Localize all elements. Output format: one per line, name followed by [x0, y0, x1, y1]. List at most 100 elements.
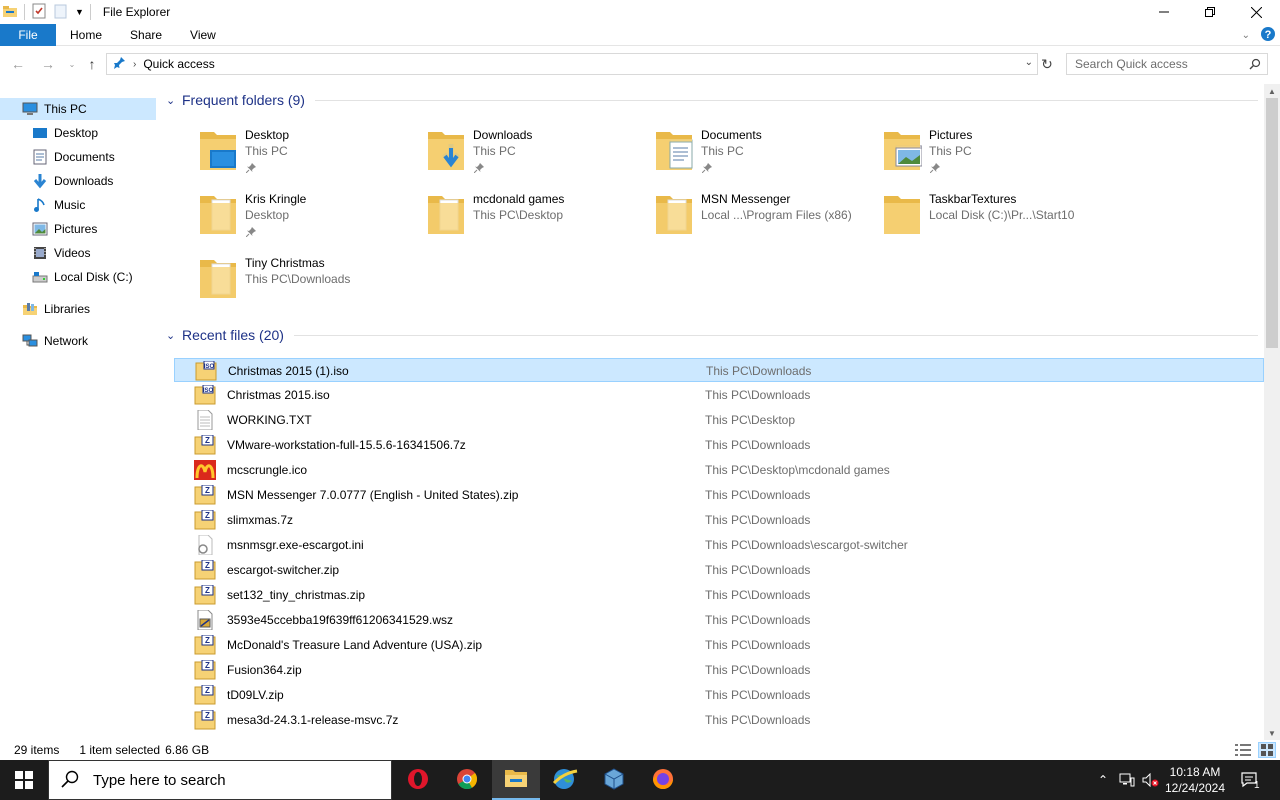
file-location: This PC\Downloads [705, 563, 811, 577]
nav-item-documents[interactable]: Documents [0, 146, 156, 168]
restore-button[interactable] [1187, 0, 1233, 24]
nav-item-label: This PC [44, 102, 87, 116]
taskbar-app-file-explorer[interactable] [492, 760, 540, 800]
recent-file-row[interactable]: Z McDonald's Treasure Land Adventure (USA… [174, 633, 1264, 657]
recent-file-row[interactable]: Z VMware-workstation-full-15.5.6-16341506… [174, 433, 1264, 457]
refresh-button[interactable]: ↻ [1037, 54, 1057, 74]
breadcrumb-quick-access[interactable]: Quick access [143, 57, 214, 71]
search-input[interactable]: Search Quick access [1066, 53, 1268, 75]
nav-item-desktop[interactable]: Desktop [0, 122, 156, 144]
minimize-button[interactable] [1141, 0, 1187, 24]
nav-item-libraries[interactable]: Libraries [0, 298, 156, 320]
scroll-down-arrow-icon[interactable]: ▼ [1264, 726, 1280, 740]
frequent-folder-tile[interactable]: Kris Kringle Desktop [198, 188, 418, 246]
file-name: MSN Messenger 7.0.0777 (English - United… [227, 488, 519, 502]
breadcrumb-separator-icon[interactable]: › [133, 59, 136, 70]
clock[interactable]: 10:18 AM 12/24/2024 [1164, 760, 1226, 800]
scroll-up-arrow-icon[interactable]: ▲ [1264, 84, 1280, 98]
downloads-icon [32, 173, 48, 189]
recent-file-row[interactable]: Z Fusion364.zip This PC\Downloads [174, 658, 1264, 682]
nav-item-music[interactable]: Music [0, 194, 156, 216]
frequent-folder-tile[interactable]: Tiny Christmas This PC\Downloads [198, 252, 418, 310]
collapse-chevron-icon[interactable]: ⌄ [166, 94, 180, 107]
frequent-folder-tile[interactable]: MSN Messenger Local ...\Program Files (x8… [654, 188, 874, 246]
vertical-scrollbar[interactable]: ▲ ▼ [1264, 84, 1280, 740]
computer-icon [22, 101, 38, 117]
tab-home[interactable]: Home [56, 24, 116, 46]
recent-file-row[interactable]: ISO Christmas 2015 (1).iso This PC\Downloa… [174, 358, 1264, 382]
frequent-folder-tile[interactable]: TaskbarTextures Local Disk (C:)\Pr...\Sta… [882, 188, 1102, 246]
volume-muted-icon[interactable] [1140, 760, 1162, 800]
recent-file-row[interactable]: Zslimxmas.7z This PC\Downloads [174, 508, 1264, 532]
taskbar-app-virtualbox[interactable] [590, 760, 638, 800]
collapse-chevron-icon[interactable]: ⌄ [166, 329, 180, 342]
recent-file-row[interactable]: msnmsgr.exe-escargot.ini This PC\Download… [174, 533, 1264, 557]
folder-location: This PC [473, 144, 516, 158]
scrollbar-thumb[interactable] [1266, 98, 1278, 348]
recent-file-row[interactable]: WORKING.TXT This PC\Desktop [174, 408, 1264, 432]
ini-file-icon [194, 534, 216, 556]
help-icon[interactable]: ? [1260, 26, 1276, 45]
properties-icon[interactable] [31, 3, 47, 22]
network-tray-icon[interactable] [1116, 760, 1138, 800]
tab-file[interactable]: File [0, 23, 56, 46]
taskbar-search-box[interactable]: Type here to search [48, 760, 392, 800]
file-name: mesa3d-24.3.1-release-msvc.7z [227, 713, 399, 727]
file-location: This PC\Downloads [705, 713, 811, 727]
nav-item-this-pc[interactable]: This PC [0, 98, 156, 120]
recent-file-row[interactable]: Zset132_tiny_christmas.zip This PC\Downlo… [174, 583, 1264, 607]
pin-icon [245, 226, 256, 238]
tab-share[interactable]: Share [116, 24, 176, 46]
folder-icon [426, 190, 466, 234]
folder-icon [654, 190, 694, 234]
nav-item-videos[interactable]: Videos [0, 242, 156, 264]
recent-file-row[interactable]: Z MSN Messenger 7.0.0777 (English - Unite… [174, 483, 1264, 507]
taskbar-app-opera[interactable] [394, 760, 442, 800]
nav-item-downloads[interactable]: Downloads [0, 170, 156, 192]
start-button[interactable] [0, 760, 48, 800]
svg-text:ISO: ISO [203, 388, 214, 394]
frequent-folder-tile[interactable]: Downloads This PC [426, 124, 646, 182]
back-button[interactable]: ← [8, 54, 28, 74]
details-view-icon[interactable] [1235, 743, 1251, 760]
svg-text:Z: Z [205, 436, 210, 445]
taskbar-app-globe-app[interactable] [541, 760, 589, 800]
frequent-folder-tile[interactable]: Desktop This PC [198, 124, 418, 182]
nav-item-pictures[interactable]: Pictures [0, 218, 156, 240]
recent-file-row[interactable]: mcscrungle.ico This PC\Desktop\mcdonald g… [174, 458, 1264, 482]
recent-file-row[interactable]: ISO Christmas 2015.iso This PC\Downloads [174, 383, 1264, 407]
recent-files-header[interactable]: ⌄ Recent files (20) [166, 327, 1258, 343]
nav-item-network[interactable]: Network [0, 330, 156, 352]
show-hidden-icons-chevron-icon[interactable]: ⌃ [1094, 760, 1112, 800]
frequent-folder-tile[interactable]: Documents This PC [654, 124, 874, 182]
taskbar-app-firefox[interactable] [639, 760, 687, 800]
nav-item-label: Libraries [44, 302, 91, 316]
address-dropdown-icon[interactable]: ⌄ [1025, 57, 1033, 68]
recent-file-row[interactable]: Zescargot-switcher.zip This PC\Downloads [174, 558, 1264, 582]
pictures-icon [32, 221, 48, 237]
recent-file-row[interactable]: Zmesa3d-24.3.1-release-msvc.7z This PC\Do… [174, 708, 1264, 732]
customize-toolbar-icon[interactable]: ▼ [75, 7, 84, 17]
recent-file-row[interactable]: ZtD09LV.zip This PC\Downloads [174, 683, 1264, 707]
forward-button[interactable]: → [38, 54, 58, 74]
explorer-app-icon[interactable] [2, 3, 18, 22]
up-button[interactable]: ↑ [82, 54, 102, 74]
address-bar[interactable]: › Quick access ⌄ [106, 53, 1038, 75]
svg-text:Z: Z [205, 511, 210, 520]
frequent-folder-tile[interactable]: mcdonald games This PC\Desktop [426, 188, 646, 246]
archive-file-icon: Z [194, 709, 216, 730]
expand-ribbon-icon[interactable]: ⌄ [1242, 30, 1250, 41]
recent-file-row[interactable]: 3593e45ccebba19f639ff61206341529.wsz This… [174, 608, 1264, 632]
taskbar-app-chrome[interactable] [443, 760, 491, 800]
large-icons-view-icon[interactable] [1258, 742, 1276, 758]
iso-file-icon: ISO [194, 384, 216, 405]
tab-view[interactable]: View [176, 24, 230, 46]
frequent-folder-tile[interactable]: Pictures This PC [882, 124, 1102, 182]
quick-access-toolbar: ▼ [0, 0, 97, 24]
recent-locations-icon[interactable]: ⌄ [62, 54, 82, 74]
frequent-folders-header[interactable]: ⌄ Frequent folders (9) [166, 92, 1258, 108]
close-button[interactable] [1233, 0, 1279, 24]
action-center-icon[interactable]: 1 [1232, 760, 1268, 800]
new-folder-icon[interactable] [53, 3, 69, 22]
nav-item-local-disk-c[interactable]: Local Disk (C:) [0, 266, 156, 288]
